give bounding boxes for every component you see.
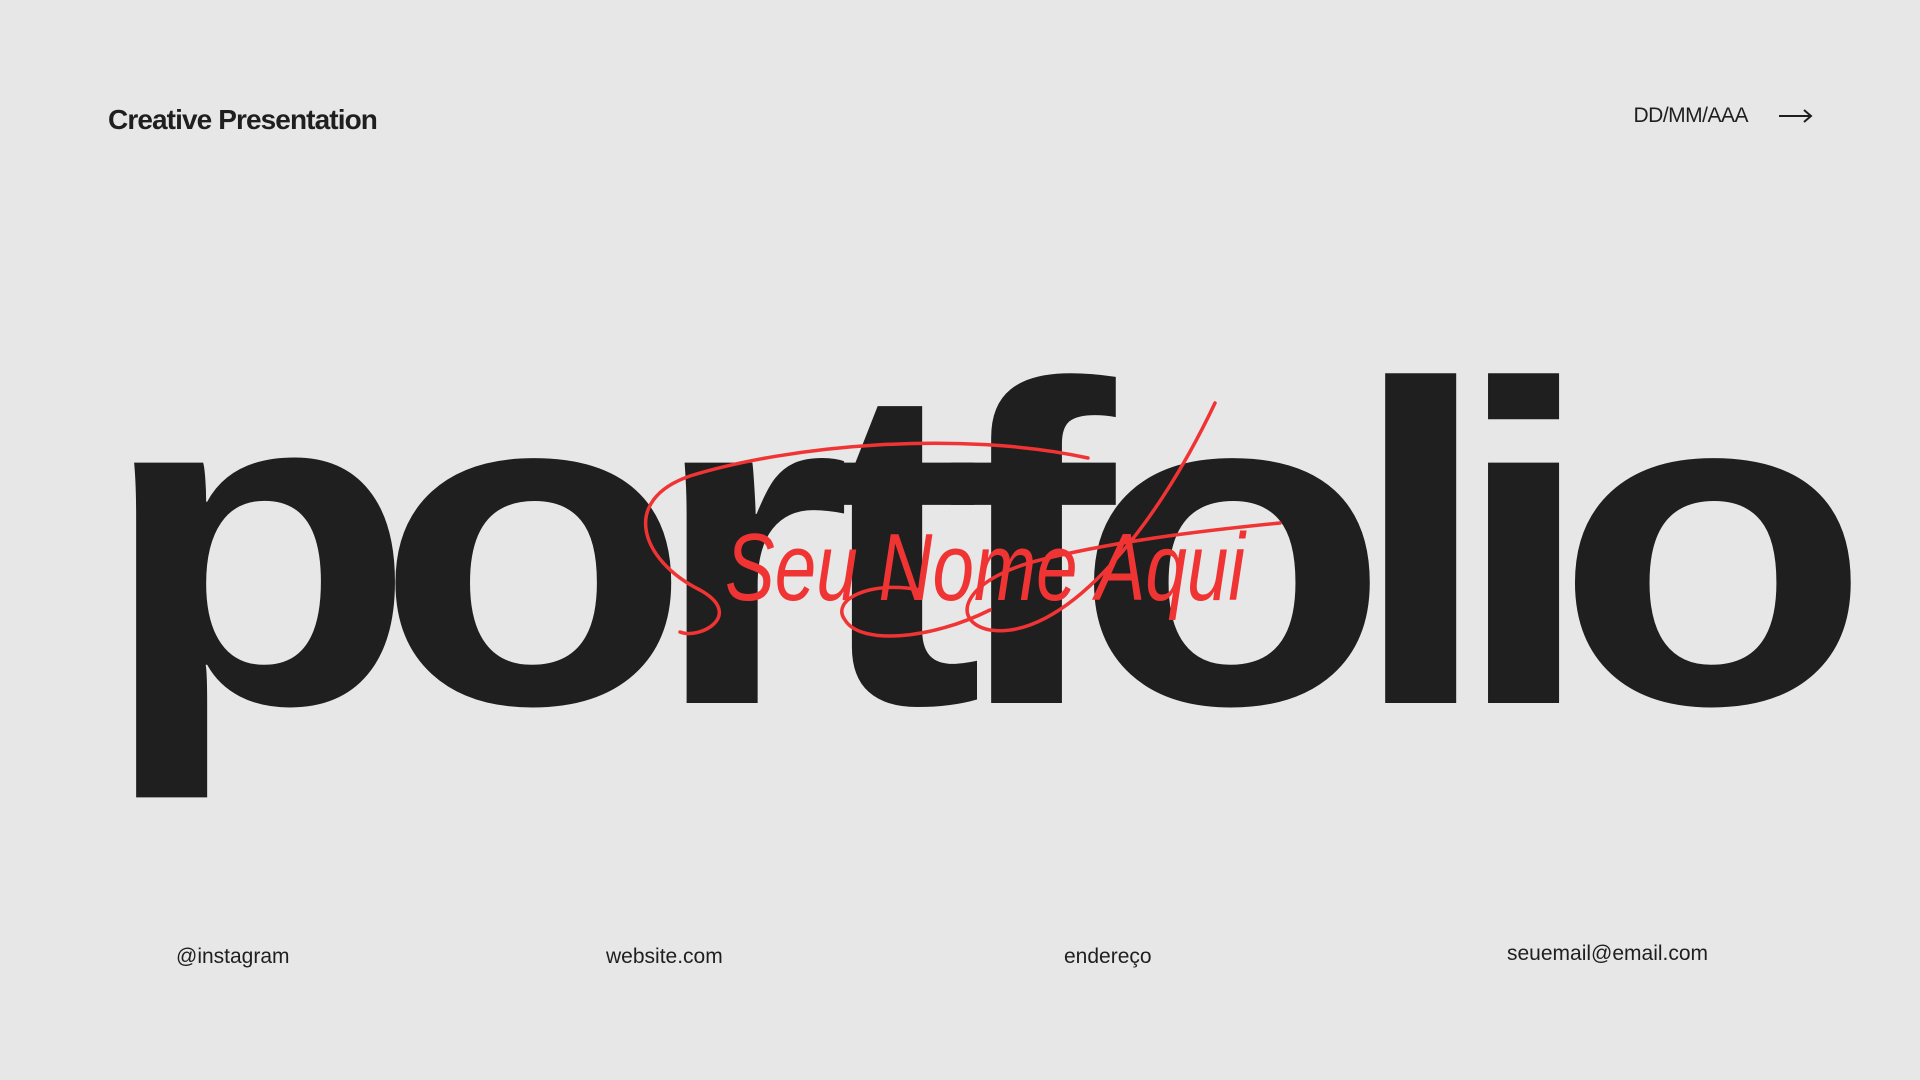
header-date-group: DD/MM/AAA (1633, 104, 1814, 128)
address-text: endereço (1064, 945, 1152, 968)
hero-artwork: portfolio Seu Nome Aqui (100, 292, 1890, 803)
signature-flourish (643, 401, 1282, 638)
email-link[interactable]: seuemail@email.com (1507, 942, 1708, 966)
presentation-title: Creative Presentation (108, 104, 378, 135)
date-label: DD/MM/AAA (1633, 104, 1748, 127)
hero-word: portfolio (100, 292, 1854, 803)
instagram-link[interactable]: @instagram (176, 945, 290, 969)
arrow-right-icon[interactable] (1778, 108, 1814, 124)
signature-text: Seu Nome Aqui (725, 514, 1247, 621)
website-link[interactable]: website.com (606, 945, 723, 969)
